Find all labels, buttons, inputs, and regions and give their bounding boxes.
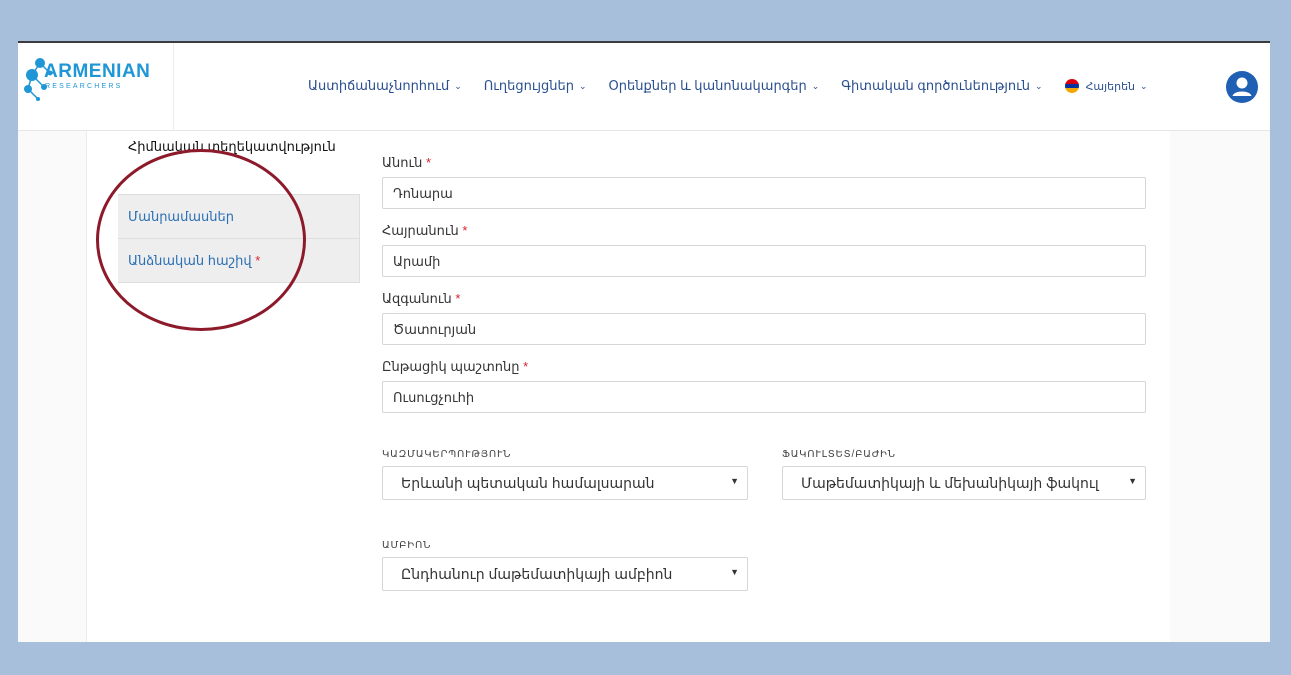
tab-label: Հիմնական տեղեկատվություն [128,139,336,154]
nav-item-label: Ուղեցույցներ [483,78,574,93]
chevron-down-icon: ⌄ [454,80,462,91]
top-navbar: ARMENIAN RESEARCHERS Աստիճանաչնորհում ⌄ … [18,43,1270,131]
chair-select[interactable]: Ընդհանուր մաթեմատիկայի ամբիոն ▼ [382,557,748,591]
logo[interactable]: ARMENIAN RESEARCHERS [18,43,174,131]
patronymic-field[interactable]: Արամի [382,245,1146,277]
nav-item-label: Աստիճանաչնորհում [308,78,450,93]
patronymic-label: Հայրանուն * [382,223,468,238]
nav-item-label: Օրենքներ և կանոնակարգեր [608,78,807,93]
position-field[interactable]: Ուսուցչուհի [382,381,1146,413]
main-nav: Աստիճանաչնորհում ⌄ Ուղեցույցներ ⌄ Օրենքն… [308,78,1170,94]
nav-item-label: Գիտական գործունեություն [841,78,1031,93]
basic-info-form: Անուն * Դոնարա Հայրանուն * Արամի Ազգանու… [382,155,1162,591]
left-margin [18,131,86,642]
surname-label: Ազգանուն * [382,291,461,306]
faculty-select[interactable]: Մաթեմատիկայի և մեխանիկայի ֆակուլ ▼ [782,466,1146,500]
user-avatar-icon[interactable] [1226,71,1258,103]
chair-label: ԱՄԲԻՈՆ [382,540,432,551]
first-name-label: Անուն * [382,155,432,170]
faculty-label: ՖԱԿՈՒԼՏԵՏ/ԲԱԺԻՆ [782,449,896,460]
logo-subtitle: RESEARCHERS [45,83,123,90]
chair-row: ԱՄԲԻՈՆ Ընդհանուր մաթեմատիկայի ամբիոն ▼ [382,540,1162,591]
dropdown-arrow-icon: ▼ [730,476,739,486]
app-window: ARMENIAN RESEARCHERS Աստիճանաչնորհում ⌄ … [18,41,1270,642]
nav-item-guides[interactable]: Ուղեցույցներ ⌄ [484,78,587,94]
right-margin [1170,131,1270,642]
dropdown-arrow-icon: ▼ [730,567,739,577]
org-row: ԿԱԶՄԱԿԵՐՊՈՒԹՅՈՒՆ Երևանի պետական համալսար… [382,449,1162,500]
language-label: Հայերեն [1085,80,1136,93]
chevron-down-icon: ⌄ [811,80,820,91]
organization-select[interactable]: Երևանի պետական համալսարան ▼ [382,466,748,500]
chevron-down-icon: ⌄ [1035,80,1043,91]
surname-field[interactable]: Ծատուրյան [382,313,1146,345]
first-name-field[interactable]: Դոնարա [382,177,1146,209]
nav-item-laws[interactable]: Օրենքներ և կանոնակարգեր ⌄ [609,78,820,94]
nav-item-science[interactable]: Գիտական գործունեություն ⌄ [841,78,1042,94]
nav-item-degree[interactable]: Աստիճանաչնորհում ⌄ [308,78,462,94]
chevron-down-icon: ⌄ [579,80,587,91]
position-label: Ընթացիկ պաշտոնը * [382,359,529,374]
dropdown-arrow-icon: ▼ [1128,476,1137,486]
armenian-flag-icon [1064,79,1079,93]
language-selector[interactable]: Հայերեն ⌄ [1064,79,1148,93]
highlight-circle [96,149,306,331]
logo-title: ARMENIAN [44,61,151,82]
organization-label: ԿԱԶՄԱԿԵՐՊՈՒԹՅՈՒՆ [382,449,512,460]
chevron-down-icon: ⌄ [1140,80,1148,91]
